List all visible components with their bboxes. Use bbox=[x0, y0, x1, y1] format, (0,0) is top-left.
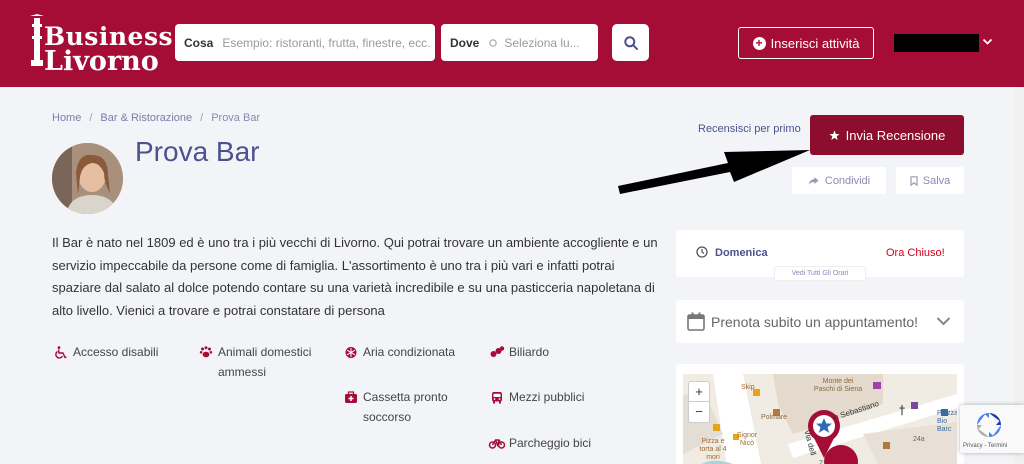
map-label: 24a bbox=[913, 436, 925, 443]
hours-day: Domenica bbox=[715, 247, 768, 259]
pointer-arrow-icon bbox=[618, 150, 810, 194]
booking-label: Prenota subito un appuntamento! bbox=[711, 313, 919, 330]
map-label: 21 bbox=[819, 460, 827, 464]
amenity-label: Cassetta pronto soccorso bbox=[363, 390, 448, 424]
view-all-hours-label: Vedi Tutti Gli Orari bbox=[791, 270, 849, 277]
breadcrumb: Home / Bar & Ristorazione / Prova Bar bbox=[52, 112, 260, 124]
bicycle-icon bbox=[488, 439, 506, 449]
chevron-down-icon bbox=[936, 317, 951, 326]
booking-card[interactable]: Prenota subito un appuntamento! bbox=[676, 300, 964, 343]
submit-review-button[interactable]: Invia Recensione bbox=[810, 115, 964, 155]
bookmark-icon bbox=[910, 175, 918, 186]
map-label: Pizza e torta al 4 mori bbox=[699, 438, 727, 461]
search-where-label: Dove bbox=[450, 35, 480, 50]
zoom-out-button[interactable]: − bbox=[689, 402, 709, 422]
site-header: Business Livorno Cosa Esempio: ristorant… bbox=[0, 0, 1024, 87]
search-icon bbox=[623, 35, 638, 50]
search-where-input[interactable]: Seleziona lu... bbox=[504, 36, 579, 50]
review-prompt: Recensisci per primo bbox=[698, 123, 801, 135]
wheelchair-icon bbox=[55, 346, 67, 359]
breadcrumb-category[interactable]: Bar & Ristorazione bbox=[100, 112, 192, 124]
add-business-button[interactable]: + Inserisci attività bbox=[738, 27, 874, 59]
svg-text:†: † bbox=[899, 403, 905, 417]
breadcrumb-home[interactable]: Home bbox=[52, 112, 81, 124]
amenity-label: Parcheggio bici bbox=[509, 436, 592, 450]
search-what-label: Cosa bbox=[184, 35, 214, 50]
search-what-field[interactable]: Cosa Esempio: ristoranti, frutta, finest… bbox=[175, 24, 435, 61]
hours-status: Ora Chiuso! bbox=[886, 247, 945, 259]
submit-review-label: Invia Recensione bbox=[845, 127, 946, 143]
search-button[interactable] bbox=[612, 24, 649, 61]
billiard-icon bbox=[490, 346, 505, 357]
view-all-hours-button[interactable]: Vedi Tutti Gli Orari bbox=[774, 266, 866, 281]
snowflake-icon bbox=[345, 347, 357, 358]
add-business-label: Inserisci attività bbox=[770, 35, 860, 51]
share-label: Condividi bbox=[824, 174, 871, 187]
page-title: Prova Bar bbox=[135, 136, 260, 167]
share-icon bbox=[808, 176, 819, 185]
amenity-item: Cassetta pronto soccorso bbox=[342, 387, 481, 427]
avatar-photo bbox=[52, 143, 123, 214]
bus-icon bbox=[492, 392, 502, 404]
amenity-item: Parcheggio bici bbox=[488, 433, 627, 453]
map-zoom-controls: + − bbox=[688, 381, 710, 423]
map-label: Monte dei Paschi di Siena bbox=[813, 378, 863, 393]
search-where-field[interactable]: Dove Seleziona lu... bbox=[441, 24, 598, 61]
save-button[interactable]: Salva bbox=[896, 167, 964, 194]
breadcrumb-current: Prova Bar bbox=[211, 112, 261, 124]
map-label: Skip bbox=[741, 384, 755, 391]
breadcrumb-separator: / bbox=[89, 112, 93, 124]
chevron-down-icon[interactable] bbox=[982, 36, 993, 47]
star-icon bbox=[829, 130, 840, 140]
amenity-label: Mezzi pubblici bbox=[509, 390, 585, 404]
recaptcha-text[interactable]: Privacy - Termini bbox=[963, 443, 1007, 449]
amenity-label: Biliardo bbox=[509, 345, 550, 359]
plus-circle-icon: + bbox=[752, 36, 766, 50]
user-menu[interactable] bbox=[894, 34, 979, 52]
first-aid-icon bbox=[345, 391, 357, 403]
save-label: Salva bbox=[922, 174, 951, 187]
site-logo[interactable]: Business Livorno bbox=[24, 10, 173, 77]
listing-avatar bbox=[52, 143, 123, 214]
recaptcha-badge[interactable]: Privacy - Termini bbox=[960, 405, 1024, 453]
map-card: † Skip Monte dei Paschi di Siena n Sebas… bbox=[676, 364, 964, 464]
recaptcha-icon bbox=[977, 413, 1001, 437]
map-label: Piazza Bio Barc bbox=[937, 410, 957, 433]
clock-icon bbox=[696, 246, 708, 258]
location-map[interactable]: † Skip Monte dei Paschi di Siena n Sebas… bbox=[683, 374, 957, 464]
map-label: Signor Nicò bbox=[736, 432, 758, 447]
amenity-item: Aria condizionata bbox=[342, 342, 481, 362]
amenity-item: Biliardo bbox=[488, 342, 627, 362]
paw-icon bbox=[199, 346, 213, 358]
breadcrumb-separator: / bbox=[200, 112, 204, 124]
amenity-item: Accesso disabili bbox=[52, 342, 191, 362]
amenity-item: Animali domestici ammessi bbox=[197, 342, 336, 382]
zoom-in-button[interactable]: + bbox=[689, 382, 709, 402]
amenity-item: Mezzi pubblici bbox=[488, 387, 627, 407]
location-icon bbox=[489, 38, 498, 47]
calendar-icon bbox=[687, 312, 705, 331]
amenity-label: Animali domestici ammessi bbox=[218, 345, 312, 379]
amenity-label: Aria condizionata bbox=[363, 345, 456, 359]
amenity-label: Accesso disabili bbox=[73, 345, 159, 359]
search-what-input[interactable]: Esempio: ristoranti, frutta, finestre, e… bbox=[222, 36, 430, 50]
map-label: Polmare bbox=[761, 414, 788, 421]
share-button[interactable]: Condividi bbox=[792, 167, 886, 194]
listing-description: Il Bar è nato nel 1809 ed è uno tra i pi… bbox=[52, 235, 658, 318]
logo-text-livorno: Livorno bbox=[44, 46, 159, 77]
